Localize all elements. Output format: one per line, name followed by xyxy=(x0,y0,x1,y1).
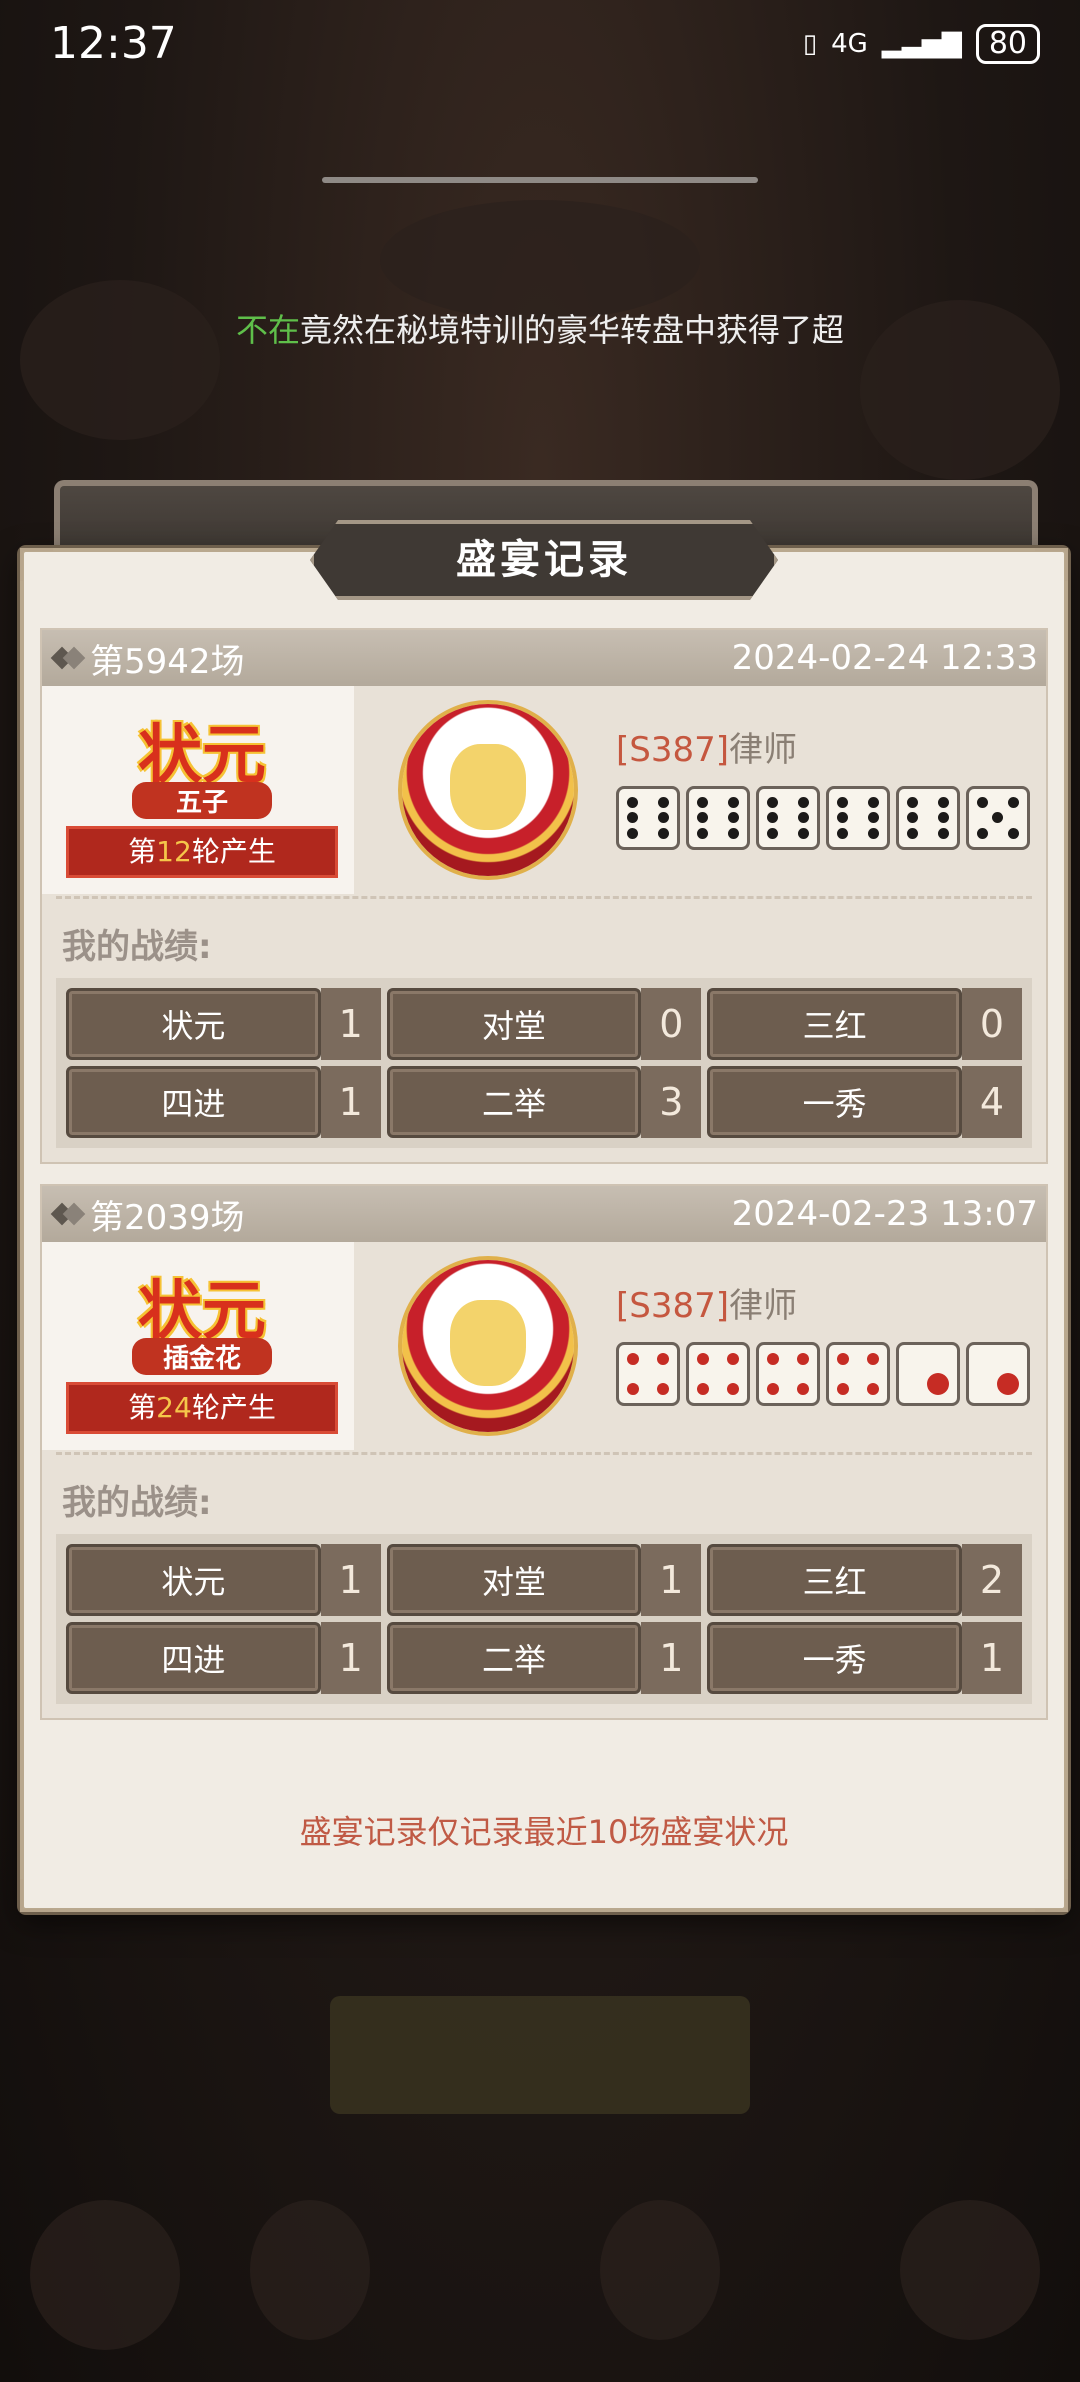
player-avatar[interactable] xyxy=(402,1260,574,1432)
die-face-6 xyxy=(686,786,750,850)
record-limit-note: 盛宴记录仅记录最近10场盛宴状况 xyxy=(299,1813,789,1851)
badge-round: 第12轮产生 xyxy=(66,826,338,878)
stats-grid: 状元 1 对堂 0 三红 0 四进 1 二举 3 一秀 4 xyxy=(56,978,1032,1148)
die-face-6 xyxy=(896,786,960,850)
die-face-6 xyxy=(756,786,820,850)
status-bar: 12:37 ▯ 4G ▂▃▅▇ 80 xyxy=(0,0,1080,95)
stat-item: 四进 1 xyxy=(66,1066,381,1138)
stat-item: 三红 2 xyxy=(707,1544,1022,1616)
panel-title: 盛宴记录 xyxy=(310,520,778,600)
stat-item: 状元 1 xyxy=(66,988,381,1060)
die-face-1 xyxy=(966,1342,1030,1406)
record-summary: 状元 五子 第12轮产生 [S387]律师 xyxy=(42,686,1046,896)
signal-icon: ▂▃▅▇ xyxy=(881,29,962,59)
badge-subtitle: 插金花 xyxy=(132,1338,272,1375)
diamond-icon xyxy=(54,645,80,671)
corner-ornament xyxy=(20,1879,53,1912)
badge-subtitle: 五子 xyxy=(132,782,272,819)
match-datetime: 2024-02-23 13:07 xyxy=(731,1194,1038,1234)
stat-item: 对堂 0 xyxy=(386,988,702,1060)
stat-item: 一秀 4 xyxy=(707,1066,1022,1138)
battery-indicator: 80 xyxy=(975,24,1040,64)
dice-row xyxy=(616,1342,1030,1406)
dice-row xyxy=(616,786,1030,850)
record-summary: 状元 插金花 第24轮产生 [S387]律师 xyxy=(42,1242,1046,1452)
announcement-text: 竟然在秘境特训的豪华转盘中获得了超 xyxy=(300,311,845,349)
my-record-label: 我的战绩: xyxy=(62,1483,212,1523)
background-action-button xyxy=(330,1996,750,2114)
stat-item: 状元 1 xyxy=(66,1544,381,1616)
status-time: 12:37 xyxy=(50,18,177,69)
stats-grid: 状元 1 对堂 1 三红 2 四进 1 二举 1 一秀 1 xyxy=(56,1534,1032,1704)
record-header: 第2039场 2024-02-23 13:07 xyxy=(42,1186,1046,1242)
badge-round: 第24轮产生 xyxy=(66,1382,338,1434)
die-face-1 xyxy=(896,1342,960,1406)
feast-record-panel: 第5942场 2024-02-24 12:33 状元 五子 第12轮产生 [S3… xyxy=(20,548,1068,1912)
drag-handle[interactable] xyxy=(322,177,758,183)
match-number: 第2039场 xyxy=(90,1197,245,1238)
die-face-4 xyxy=(686,1342,750,1406)
die-face-4 xyxy=(756,1342,820,1406)
network-type: 4G xyxy=(831,29,868,59)
vibrate-icon: ▯ xyxy=(802,29,818,59)
stat-item: 一秀 1 xyxy=(707,1622,1022,1694)
die-face-5 xyxy=(966,786,1030,850)
rank-badge: 状元 五子 第12轮产生 xyxy=(42,686,354,894)
match-datetime: 2024-02-24 12:33 xyxy=(731,638,1038,678)
die-face-4 xyxy=(616,1342,680,1406)
announcement-marquee: 不在竟然在秘境特训的豪华转盘中获得了超 xyxy=(236,305,856,355)
die-face-4 xyxy=(826,1342,890,1406)
stat-item: 对堂 1 xyxy=(386,1544,702,1616)
corner-ornament xyxy=(1035,1879,1068,1912)
status-icons: ▯ 4G ▂▃▅▇ 80 xyxy=(803,24,1040,64)
stat-item: 二举 3 xyxy=(386,1066,702,1138)
record-header: 第5942场 2024-02-24 12:33 xyxy=(42,630,1046,686)
die-face-6 xyxy=(616,786,680,850)
stat-item: 三红 0 xyxy=(707,988,1022,1060)
die-face-6 xyxy=(826,786,890,850)
rank-badge: 状元 插金花 第24轮产生 xyxy=(42,1242,354,1450)
corner-ornament xyxy=(20,548,53,581)
match-number: 第5942场 xyxy=(90,641,245,682)
player-avatar[interactable] xyxy=(402,704,574,876)
record-card: 第5942场 2024-02-24 12:33 状元 五子 第12轮产生 [S3… xyxy=(40,628,1048,1164)
stat-item: 二举 1 xyxy=(386,1622,702,1694)
announcement-player: 不在 xyxy=(236,311,301,349)
my-record-label: 我的战绩: xyxy=(62,927,212,967)
player-name: [S387]律师 xyxy=(616,1286,798,1326)
player-name: [S387]律师 xyxy=(616,730,798,770)
corner-ornament xyxy=(1035,548,1068,581)
stat-item: 四进 1 xyxy=(66,1622,381,1694)
diamond-icon xyxy=(54,1201,80,1227)
record-card: 第2039场 2024-02-23 13:07 状元 插金花 第24轮产生 [S… xyxy=(40,1184,1048,1720)
